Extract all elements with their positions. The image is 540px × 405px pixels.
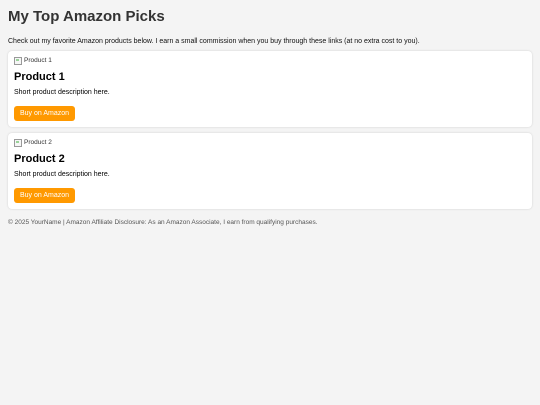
- product-description: Short product description here.: [14, 170, 110, 178]
- broken-image-icon: [14, 138, 22, 147]
- product-title: Product 1: [14, 70, 65, 83]
- product-image: Product 2: [14, 138, 526, 147]
- intro-text: Check out my favorite Amazon products be…: [8, 37, 420, 45]
- product-image-alt: Product 2: [24, 139, 52, 146]
- product-card-1: Product 1 Product 1 Short product descri…: [8, 50, 532, 127]
- product-description: Short product description here.: [14, 88, 110, 96]
- product-image: Product 1: [14, 56, 526, 65]
- product-title: Product 2: [14, 152, 65, 165]
- broken-image-icon: [14, 56, 22, 65]
- footer-disclosure: © 2025 YourName | Amazon Affiliate Discl…: [8, 218, 318, 226]
- buy-on-amazon-button[interactable]: Buy on Amazon: [14, 187, 76, 203]
- buy-on-amazon-button[interactable]: Buy on Amazon: [14, 105, 76, 121]
- page: My Top Amazon Picks Check out my favorit…: [0, 0, 540, 226]
- product-card-2: Product 2 Product 2 Short product descri…: [8, 132, 532, 209]
- product-image-alt: Product 1: [24, 57, 52, 64]
- page-title: My Top Amazon Picks: [8, 8, 165, 25]
